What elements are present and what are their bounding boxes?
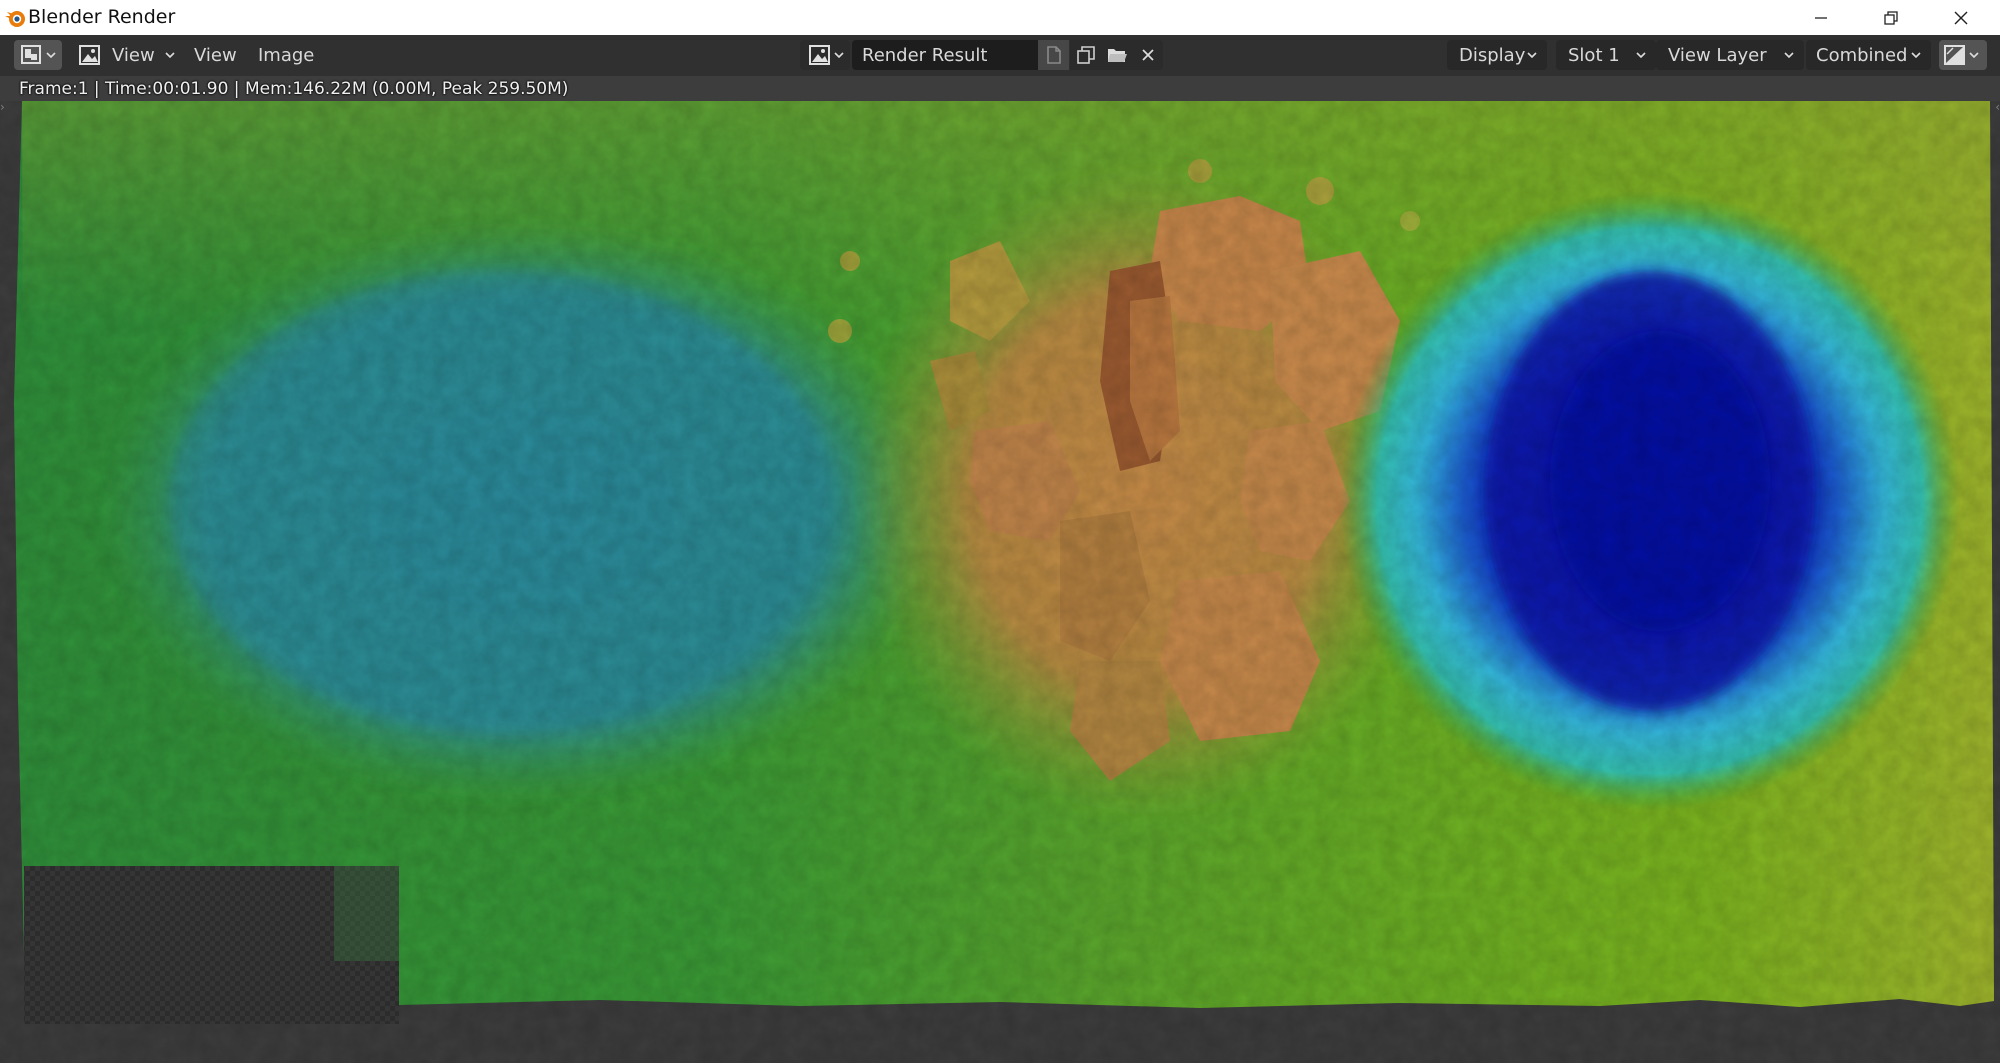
duplicate-image-icon [1076, 46, 1095, 64]
chevron-down-icon [1636, 52, 1646, 59]
menu-image[interactable]: Image [250, 40, 322, 70]
image-icon [809, 45, 830, 65]
open-image-button[interactable] [1101, 40, 1132, 70]
new-image-icon [1046, 46, 1061, 64]
menu-image-label: Image [258, 44, 315, 66]
chevron-down-icon [1911, 52, 1921, 59]
image-name-value: Render Result [862, 44, 988, 66]
view-layer-label: View Layer [1668, 44, 1767, 66]
chevron-down-icon [1784, 52, 1794, 59]
render-pass-label: Combined [1816, 44, 1908, 66]
restore-button[interactable] [1856, 0, 1926, 35]
display-dropdown[interactable]: Display [1447, 40, 1547, 70]
chevron-down-icon [46, 52, 56, 59]
image-editor-icon [21, 45, 41, 64]
chevron-down-icon [834, 52, 844, 59]
new-image-button[interactable] [1038, 40, 1069, 70]
editor-type-dropdown[interactable] [14, 40, 62, 70]
open-folder-icon [1107, 49, 1127, 62]
image-editor-header: View View Image Render Result Display Sl… [0, 35, 2000, 76]
render-result-canvas[interactable] [0, 101, 2000, 1063]
close-icon [1954, 11, 1968, 24]
image-editor-area[interactable]: Frame:1 | Time:00:01.90 | Mem:146.22M (0… [0, 76, 2000, 1063]
image-name-field[interactable]: Render Result [852, 40, 1038, 70]
close-window-button[interactable] [1926, 0, 1996, 35]
view-mode-label: View [112, 44, 155, 66]
chevron-down-icon [1527, 52, 1537, 59]
menu-view[interactable]: View [186, 40, 245, 70]
display-label: Display [1459, 44, 1526, 66]
view-mode-dropdown[interactable]: View [70, 40, 178, 70]
unlink-image-button[interactable] [1132, 40, 1163, 70]
duplicate-image-button[interactable] [1070, 40, 1101, 70]
slot-label: Slot 1 [1568, 44, 1620, 66]
blender-logo-icon [5, 11, 25, 27]
window-title: Blender Render [28, 6, 176, 28]
display-channels-icon [1944, 45, 1965, 65]
slot-dropdown[interactable]: Slot 1 [1556, 40, 1656, 70]
menu-view-label: View [194, 44, 237, 66]
image-icon [79, 45, 100, 65]
minimize-button[interactable] [1786, 0, 1856, 35]
render-pass-dropdown[interactable]: Combined [1806, 40, 1931, 70]
browse-image-dropdown[interactable] [800, 40, 850, 70]
transparent-region [24, 866, 399, 1024]
chevron-down-icon [1969, 52, 1979, 59]
restore-icon [1884, 10, 1898, 25]
close-icon [1141, 49, 1154, 61]
window-titlebar: Blender Render [0, 0, 2000, 35]
minimize-icon [1815, 16, 1827, 19]
render-stats-text: Frame:1 | Time:00:01.90 | Mem:146.22M (0… [19, 79, 569, 99]
chevron-down-icon [165, 52, 175, 59]
display-channels-dropdown[interactable] [1939, 40, 1987, 70]
view-layer-dropdown[interactable]: View Layer [1656, 40, 1804, 70]
